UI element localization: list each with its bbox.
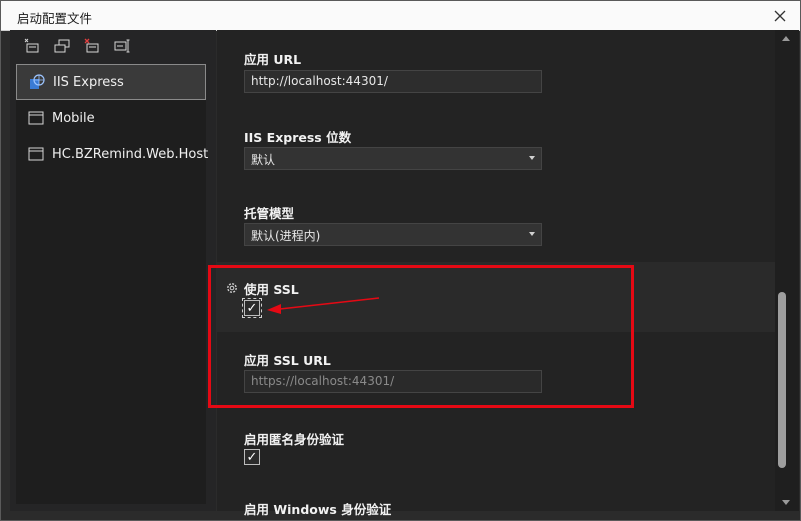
profile-item-hc-bzremind-web-host[interactable]: HC.BZRemind.Web.Host [16, 136, 209, 172]
profile-label: Mobile [52, 110, 95, 126]
window-icon [28, 111, 44, 125]
copy-profile-icon[interactable] [54, 38, 70, 54]
windows-auth-label: 启用 Windows 身份验证 [244, 502, 392, 517]
app-url-label: 应用 URL [244, 52, 302, 67]
close-icon [774, 10, 786, 22]
rename-profile-icon[interactable] [114, 38, 130, 54]
app-url-input[interactable]: http://localhost:44301/ [244, 70, 542, 93]
profiles-toolbar [24, 38, 130, 56]
chevron-down-icon [529, 232, 535, 236]
profile-item-iis-express[interactable]: IIS Express [16, 64, 206, 100]
delete-profile-icon[interactable] [84, 38, 100, 54]
close-button[interactable] [770, 6, 790, 26]
bitness-select[interactable]: 默认 [244, 147, 542, 170]
chevron-down-icon [529, 156, 535, 160]
anonymous-auth-checkbox[interactable]: ✓ [244, 449, 260, 465]
bitness-value: 默认 [251, 153, 276, 167]
profile-label: IIS Express [53, 74, 124, 90]
anonymous-auth-label: 启用匿名身份验证 [244, 432, 345, 447]
hosting-model-select[interactable]: 默认(进程内) [244, 223, 542, 246]
hosting-model-label: 托管模型 [244, 206, 295, 221]
window-icon [28, 147, 44, 161]
checkmark-icon: ✓ [246, 449, 258, 465]
profile-list: IIS Express Mobile HC.BZRemind.Web.Host [16, 64, 209, 172]
annotation-highlight-box [208, 265, 634, 408]
scroll-up-icon[interactable] [782, 36, 790, 41]
vertical-scrollbar[interactable] [775, 30, 799, 511]
iis-globe-icon [30, 74, 45, 89]
title-bar: 启动配置文件 [1, 1, 800, 31]
profile-item-mobile[interactable]: Mobile [16, 100, 206, 136]
scroll-down-icon[interactable] [782, 500, 790, 505]
profiles-sidebar: IIS Express Mobile HC.BZRemind.Web.Host [10, 30, 216, 511]
hosting-model-value: 默认(进程内) [251, 229, 321, 243]
scroll-thumb[interactable] [778, 292, 786, 468]
new-profile-icon[interactable] [24, 38, 40, 54]
bitness-label: IIS Express 位数 [244, 130, 352, 145]
profile-label: HC.BZRemind.Web.Host [52, 146, 209, 162]
dialog-title: 启动配置文件 [17, 11, 93, 26]
